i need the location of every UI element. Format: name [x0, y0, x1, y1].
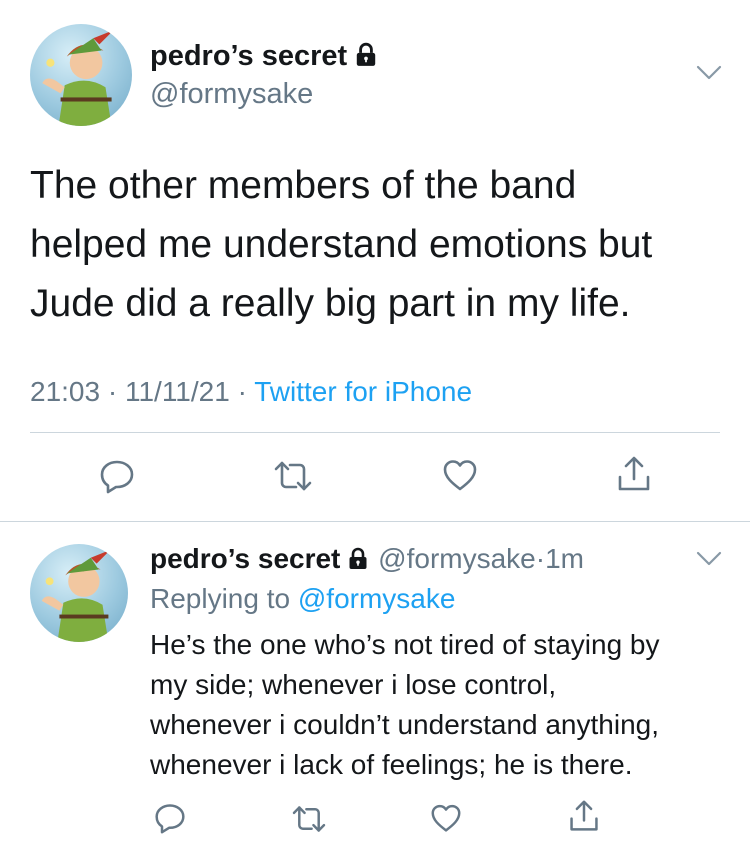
divider: [30, 432, 720, 433]
tweet-age[interactable]: 1m: [545, 543, 584, 574]
tweet-text: The other members of the band helped me …: [30, 156, 652, 333]
reply-text-line: He’s the one who’s not tired of staying …: [150, 629, 660, 660]
tweet-date[interactable]: 11/11/21: [125, 376, 230, 407]
avatar-image: [42, 30, 114, 126]
replying-to-label: Replying to: [150, 583, 291, 614]
avatar[interactable]: [30, 24, 132, 126]
reply-text-line: whenever i lack of feelings; he is there…: [150, 749, 633, 780]
tweet-meta: 21:03 · 11/11/21 · Twitter for iPhone: [30, 376, 472, 408]
replying-to-handle-link[interactable]: @formysake: [298, 583, 456, 614]
retweet-button[interactable]: [273, 459, 313, 493]
heart-icon: [431, 804, 461, 832]
tweet-text-line: The other members of the band: [30, 164, 577, 207]
reply-text-line: my side; whenever i lose control,: [150, 669, 557, 700]
share-button[interactable]: [616, 455, 652, 493]
lock-icon: [353, 42, 379, 68]
reply-header: pedro’s secret @formysake·1m: [150, 543, 584, 575]
reply-text: He’s the one who’s not tired of staying …: [150, 625, 660, 785]
avatar[interactable]: [30, 544, 128, 642]
share-icon: [618, 456, 650, 491]
tweet-source-link[interactable]: Twitter for iPhone: [254, 376, 472, 407]
avatar-image: [41, 549, 111, 642]
lock-icon: [346, 546, 370, 570]
heart-icon: [443, 460, 477, 491]
like-button[interactable]: [430, 803, 462, 833]
user-handle[interactable]: @formysake: [150, 78, 313, 111]
chevron-down-icon[interactable]: [696, 64, 722, 82]
display-name[interactable]: pedro’s secret: [150, 40, 347, 72]
meta-separator: ·: [237, 376, 247, 407]
meta-separator: ·: [535, 543, 546, 574]
tweet-text-line: helped me understand emotions but: [30, 223, 653, 266]
tweet-text-line: Jude did a really big part in my life.: [30, 282, 631, 325]
reply-button[interactable]: [99, 458, 135, 494]
share-button[interactable]: [568, 799, 600, 833]
reply-text-line: whenever i couldn’t understand anything,: [150, 709, 660, 740]
like-button[interactable]: [442, 458, 478, 492]
user-handle[interactable]: @formysake: [378, 543, 536, 574]
tweet-time[interactable]: 21:03: [30, 376, 100, 407]
meta-separator: ·: [107, 376, 118, 407]
retweet-icon: [292, 806, 326, 832]
display-name[interactable]: pedro’s secret: [150, 543, 340, 574]
reply-icon: [155, 804, 185, 834]
share-icon: [570, 800, 598, 831]
retweet-button[interactable]: [291, 804, 327, 834]
replying-to: Replying to @formysake: [150, 583, 455, 615]
retweet-icon: [274, 461, 312, 491]
chevron-down-icon[interactable]: [696, 550, 722, 568]
reply-button[interactable]: [154, 802, 186, 834]
reply-icon: [100, 460, 134, 494]
divider: [0, 521, 750, 522]
